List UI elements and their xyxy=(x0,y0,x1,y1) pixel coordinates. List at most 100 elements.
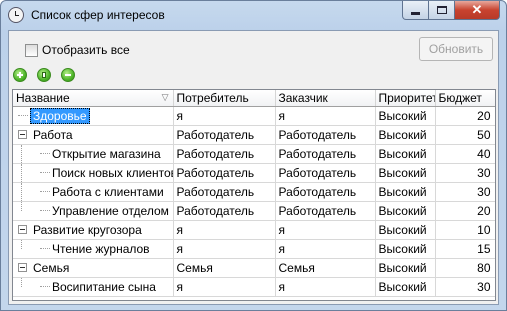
tree-connector xyxy=(40,248,50,249)
budget-cell[interactable]: 30 xyxy=(435,182,495,202)
show-all-checkbox[interactable] xyxy=(25,43,38,57)
name-cell[interactable]: Восипитание сына xyxy=(13,277,174,297)
consumer-cell[interactable]: Работодатель xyxy=(173,182,276,202)
remove-icon[interactable] xyxy=(61,68,75,82)
consumer-cell[interactable]: Семья xyxy=(173,258,276,278)
priority-cell[interactable]: Высокий xyxy=(375,106,436,126)
maximize-icon xyxy=(436,6,447,14)
budget-cell[interactable]: 20 xyxy=(435,201,495,221)
priority-cell[interactable]: Высокий xyxy=(375,277,436,297)
edit-icon[interactable] xyxy=(37,68,51,82)
consumer-cell[interactable]: я xyxy=(173,277,276,297)
name-cell[interactable]: Развитие кругозора xyxy=(13,220,174,240)
column-header-label: Название xyxy=(16,90,70,105)
priority-cell[interactable]: Высокий xyxy=(375,144,436,164)
tree-connector xyxy=(40,191,50,192)
budget-cell[interactable]: 15 xyxy=(435,239,495,259)
priority-cell[interactable]: Высокий xyxy=(375,239,436,259)
show-all-option[interactable]: Отобразить все xyxy=(25,43,130,57)
table-row[interactable]: Семья Семья Семья Высокий 80 xyxy=(13,258,495,278)
collapse-icon[interactable] xyxy=(18,263,27,272)
table-row[interactable]: Открытие магазина Работодатель Работодат… xyxy=(13,144,495,164)
customer-cell[interactable]: я xyxy=(275,277,376,297)
priority-cell[interactable]: Высокий xyxy=(375,201,436,221)
row-name: Чтение журналов xyxy=(52,241,150,256)
table-row[interactable]: Управление отделом Работодатель Работода… xyxy=(13,201,495,221)
app-window: Список сфер интересов ✕ Отобразить все О… xyxy=(0,0,507,311)
consumer-cell[interactable]: я xyxy=(173,220,276,240)
name-cell[interactable]: Поиск новых клиентов xyxy=(13,163,174,183)
filter-icon[interactable]: ▽ xyxy=(162,92,169,103)
budget-cell[interactable]: 20 xyxy=(435,106,495,126)
consumer-cell[interactable]: Работодатель xyxy=(173,201,276,221)
tree-connector xyxy=(40,172,50,173)
refresh-button[interactable]: Обновить xyxy=(419,37,493,61)
window-title: Список сфер интересов xyxy=(31,8,165,22)
collapse-icon[interactable] xyxy=(18,225,27,234)
minimize-button[interactable] xyxy=(402,1,429,20)
column-header-budget[interactable]: Бюджет xyxy=(435,90,495,107)
budget-cell[interactable]: 10 xyxy=(435,220,495,240)
name-cell[interactable]: Работа с клиентами xyxy=(13,182,174,202)
priority-cell[interactable]: Высокий xyxy=(375,220,436,240)
show-all-label[interactable]: Отобразить все xyxy=(42,43,130,57)
consumer-cell[interactable]: Работодатель xyxy=(173,163,276,183)
close-button[interactable]: ✕ xyxy=(455,1,500,20)
column-header-name[interactable]: Название ▽ xyxy=(13,90,174,107)
title-bar[interactable]: Список сфер интересов ✕ xyxy=(1,1,506,29)
customer-cell[interactable]: я xyxy=(275,106,376,126)
caption-buttons: ✕ xyxy=(402,1,500,20)
customer-cell[interactable]: Работодатель xyxy=(275,125,376,145)
tree-connector xyxy=(40,286,50,287)
column-header-customer[interactable]: Заказчик xyxy=(275,90,376,107)
budget-cell[interactable]: 40 xyxy=(435,144,495,164)
row-name: Поиск новых клиентов xyxy=(52,165,173,180)
consumer-cell[interactable]: я xyxy=(173,239,276,259)
tree-connector xyxy=(18,115,28,116)
name-cell[interactable]: Открытие магазина xyxy=(13,144,174,164)
name-cell[interactable]: Чтение журналов xyxy=(13,239,174,259)
interests-tree-grid[interactable]: Название ▽ Потребитель Заказчик Приорите… xyxy=(12,89,496,301)
row-name: Работа с клиентами xyxy=(52,184,164,199)
name-cell[interactable]: Здоровье xyxy=(13,106,174,126)
table-row[interactable]: Здоровье я я Высокий 20 xyxy=(13,106,495,126)
name-cell[interactable]: Управление отделом xyxy=(13,201,174,221)
table-row[interactable]: Поиск новых клиентов Работодатель Работо… xyxy=(13,163,495,183)
priority-cell[interactable]: Высокий xyxy=(375,163,436,183)
customer-cell[interactable]: я xyxy=(275,239,376,259)
add-icon[interactable] xyxy=(13,68,27,82)
name-cell[interactable]: Семья xyxy=(13,258,174,278)
table-row[interactable]: Чтение журналов я я Высокий 15 xyxy=(13,239,495,259)
header-row: Название ▽ Потребитель Заказчик Приорите… xyxy=(13,90,495,107)
customer-cell[interactable]: Работодатель xyxy=(275,182,376,202)
name-cell[interactable]: Работа xyxy=(13,125,174,145)
consumer-cell[interactable]: я xyxy=(173,106,276,126)
customer-cell[interactable]: Работодатель xyxy=(275,163,376,183)
column-header-priority[interactable]: Приоритет xyxy=(375,90,436,107)
tree-connector xyxy=(40,153,50,154)
budget-cell[interactable]: 30 xyxy=(435,277,495,297)
collapse-icon[interactable] xyxy=(18,130,27,139)
priority-cell[interactable]: Высокий xyxy=(375,125,436,145)
table-row[interactable]: Работа Работодатель Работодатель Высокий… xyxy=(13,125,495,145)
consumer-cell[interactable]: Работодатель xyxy=(173,125,276,145)
budget-cell[interactable]: 50 xyxy=(435,125,495,145)
row-name: Управление отделом xyxy=(52,203,169,218)
table-row[interactable]: Работа с клиентами Работодатель Работода… xyxy=(13,182,495,202)
maximize-button[interactable] xyxy=(429,1,455,20)
budget-cell[interactable]: 80 xyxy=(435,258,495,278)
customer-cell[interactable]: я xyxy=(275,220,376,240)
customer-cell[interactable]: Семья xyxy=(275,258,376,278)
priority-cell[interactable]: Высокий xyxy=(375,258,436,278)
column-header-consumer[interactable]: Потребитель xyxy=(173,90,276,107)
table-row[interactable]: Развитие кругозора я я Высокий 10 xyxy=(13,220,495,240)
customer-cell[interactable]: Работодатель xyxy=(275,144,376,164)
priority-cell[interactable]: Высокий xyxy=(375,182,436,202)
minimize-icon xyxy=(411,11,420,15)
consumer-cell[interactable]: Работодатель xyxy=(173,144,276,164)
budget-cell[interactable]: 30 xyxy=(435,163,495,183)
table-row[interactable]: Восипитание сына я я Высокий 30 xyxy=(13,277,495,297)
customer-cell[interactable]: Работодатель xyxy=(275,201,376,221)
clock-icon xyxy=(8,7,24,23)
toolbar xyxy=(13,68,85,82)
